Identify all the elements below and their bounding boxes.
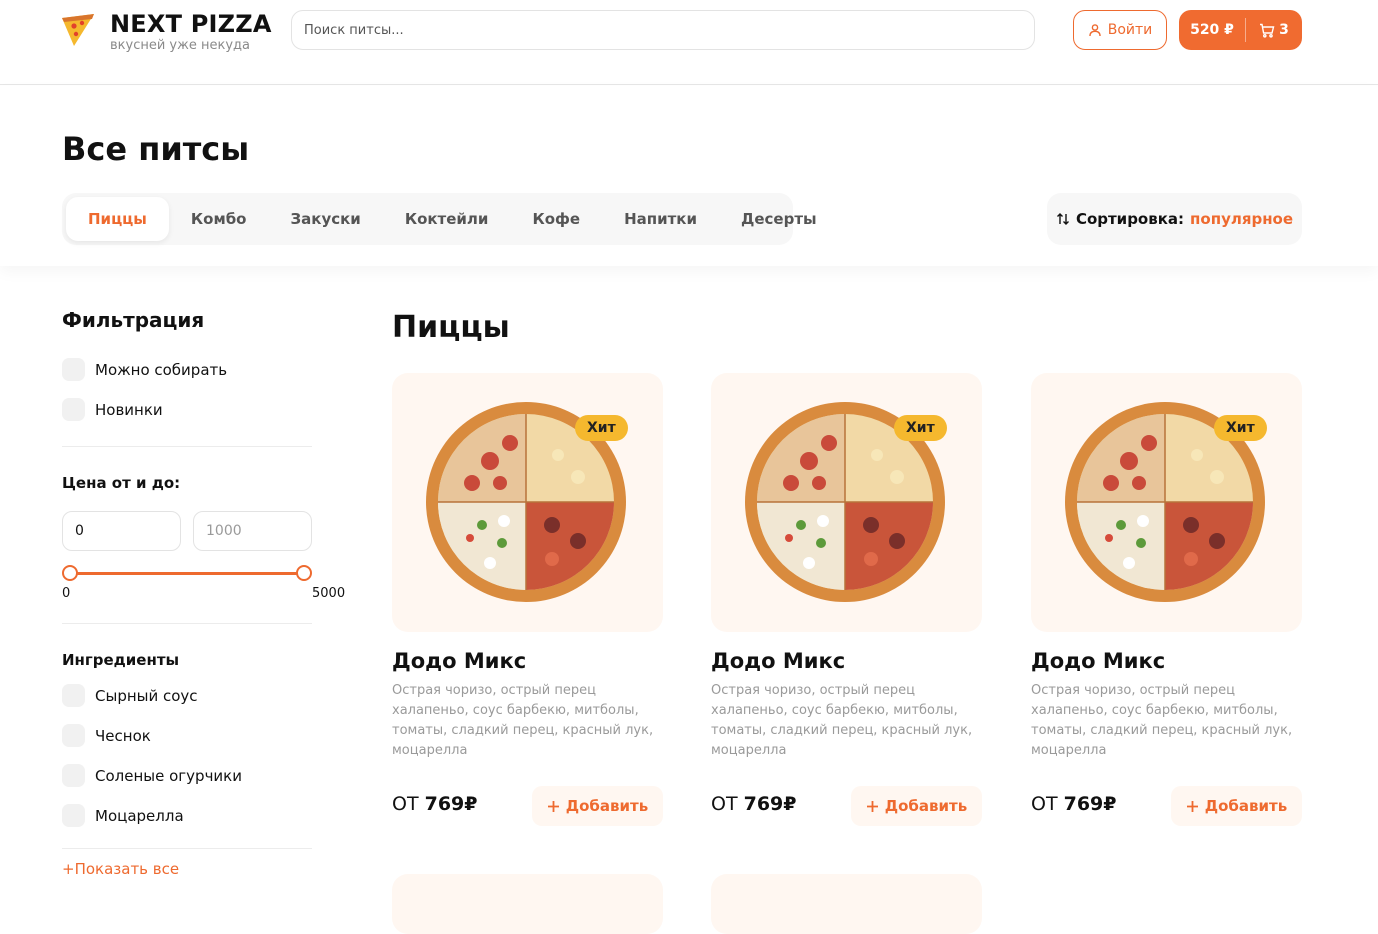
product-card[interactable]: Хит Додо Микс Острая чоризо, острый пере…	[711, 373, 982, 833]
user-icon	[1089, 24, 1101, 37]
tab-cocktails[interactable]: Коктейли	[383, 197, 511, 241]
cart-count: 3	[1279, 22, 1289, 38]
ingredients-heading: Ингредиенты	[62, 651, 180, 669]
filters-title: Фильтрация	[62, 308, 205, 332]
badge-hit: Хит	[894, 415, 947, 441]
price-value: 769₽	[1063, 793, 1117, 815]
plus-icon	[547, 800, 559, 812]
tab-drinks[interactable]: Напитки	[602, 197, 719, 241]
product-name: Додо Микс	[711, 649, 846, 673]
slider-max-label: 5000	[312, 586, 346, 601]
checkbox-label: Новинки	[95, 400, 163, 419]
checkbox-label: Сырный соус	[95, 686, 198, 705]
product-image-container[interactable]: Хит	[392, 373, 663, 632]
price-from-input[interactable]	[62, 511, 181, 551]
checkbox[interactable]	[62, 724, 85, 747]
divider	[62, 446, 312, 447]
checkbox[interactable]	[62, 358, 85, 381]
checkbox[interactable]	[62, 398, 85, 421]
checkbox-label: Соленые огурчики	[95, 766, 242, 785]
pizza-image	[426, 402, 626, 602]
sort-value: популярное	[1190, 210, 1294, 228]
cart-total: 520 ₽	[1190, 22, 1234, 38]
logo-title[interactable]: NEXT PIZZA	[110, 10, 272, 38]
product-card[interactable]: Хит Додо Микс Острая чоризо, острый пере…	[1031, 373, 1302, 833]
divider	[62, 623, 312, 624]
tab-pizzas[interactable]: Пиццы	[66, 197, 169, 241]
pizza-logo-icon[interactable]	[60, 12, 96, 48]
sort-label: Сортировка:	[1075, 210, 1185, 228]
cart-icon	[1260, 23, 1275, 38]
add-to-cart-button[interactable]: Добавить	[851, 786, 982, 826]
tab-desserts[interactable]: Десерты	[719, 197, 839, 241]
product-price: ОТ 769₽	[711, 793, 797, 815]
product-price: ОТ 769₽	[392, 793, 478, 815]
divider	[62, 848, 312, 849]
price-to-input[interactable]	[193, 511, 312, 551]
plus-icon	[866, 800, 878, 812]
price-prefix: ОТ	[711, 793, 738, 815]
slider-min-label: 0	[62, 586, 71, 601]
price-slider-min-thumb[interactable]	[62, 565, 78, 581]
logo-subtitle: вкусней уже некуда	[110, 38, 250, 53]
top-bar: Все питсы Пиццы Комбо Закуски Коктейли К…	[0, 86, 1378, 266]
price-value: 769₽	[743, 793, 797, 815]
tab-coffee[interactable]: Кофе	[510, 197, 602, 241]
ingredient-pickles[interactable]: Соленые огурчики	[62, 764, 242, 787]
product-image-container[interactable]: Хит	[711, 373, 982, 632]
add-label: Добавить	[565, 797, 649, 815]
ingredient-garlic[interactable]: Чеснок	[62, 724, 151, 747]
add-to-cart-button[interactable]: Добавить	[1171, 786, 1302, 826]
checkbox[interactable]	[62, 684, 85, 707]
checkbox[interactable]	[62, 764, 85, 787]
sort-arrows-icon	[1056, 213, 1069, 225]
login-label: Войти	[1107, 22, 1153, 38]
header: NEXT PIZZA вкусней уже некуда Войти 520 …	[0, 0, 1378, 85]
add-label: Добавить	[1204, 797, 1288, 815]
tab-snacks[interactable]: Закуски	[268, 197, 382, 241]
plus-icon	[1186, 800, 1198, 812]
show-all-link[interactable]: +Показать все	[62, 860, 179, 878]
price-slider-track[interactable]	[70, 572, 304, 575]
price-value: 769₽	[424, 793, 478, 815]
ingredient-mozzarella[interactable]: Моцарелла	[62, 804, 184, 827]
page-title: Все питсы	[62, 130, 250, 168]
badge-hit: Хит	[575, 415, 628, 441]
checkbox-label: Чеснок	[95, 726, 151, 745]
cart-button[interactable]: 520 ₽ 3	[1179, 10, 1302, 50]
pizza-image	[745, 402, 945, 602]
checkbox-label: Можно собирать	[95, 360, 228, 379]
ingredient-cheese-sauce[interactable]: Сырный соус	[62, 684, 198, 707]
section-title: Пиццы	[392, 310, 510, 345]
price-heading: Цена от и до:	[62, 474, 181, 492]
pizza-image	[1065, 402, 1265, 602]
login-button[interactable]: Войти	[1073, 10, 1167, 50]
sort-dropdown[interactable]: Сортировка: популярное	[1047, 193, 1302, 245]
add-to-cart-button[interactable]: Добавить	[532, 786, 663, 826]
filter-option-customizable[interactable]: Можно собирать	[62, 358, 227, 381]
product-card[interactable]: Хит Додо Микс Острая чоризо, острый пере…	[392, 373, 663, 833]
checkbox-label: Моцарелла	[95, 806, 184, 825]
product-name: Додо Микс	[1031, 649, 1166, 673]
product-price: ОТ 769₽	[1031, 793, 1117, 815]
product-description: Острая чоризо, острый перец халапеньо, с…	[711, 683, 973, 758]
product-description: Острая чоризо, острый перец халапеньо, с…	[392, 683, 654, 758]
product-card-partial[interactable]	[392, 874, 663, 934]
product-name: Додо Микс	[392, 649, 527, 673]
search-input[interactable]	[291, 10, 1035, 50]
price-prefix: ОТ	[1031, 793, 1058, 815]
tab-combo[interactable]: Комбо	[169, 197, 269, 241]
product-card-partial[interactable]	[711, 874, 982, 934]
checkbox[interactable]	[62, 804, 85, 827]
filter-option-new[interactable]: Новинки	[62, 398, 163, 421]
add-label: Добавить	[884, 797, 968, 815]
product-description: Острая чоризо, острый перец халапеньо, с…	[1031, 683, 1293, 758]
category-tabs: Пиццы Комбо Закуски Коктейли Кофе Напитк…	[62, 193, 817, 245]
badge-hit: Хит	[1214, 415, 1267, 441]
price-prefix: ОТ	[392, 793, 419, 815]
price-slider-max-thumb[interactable]	[296, 565, 312, 581]
product-image-container[interactable]: Хит	[1031, 373, 1302, 632]
